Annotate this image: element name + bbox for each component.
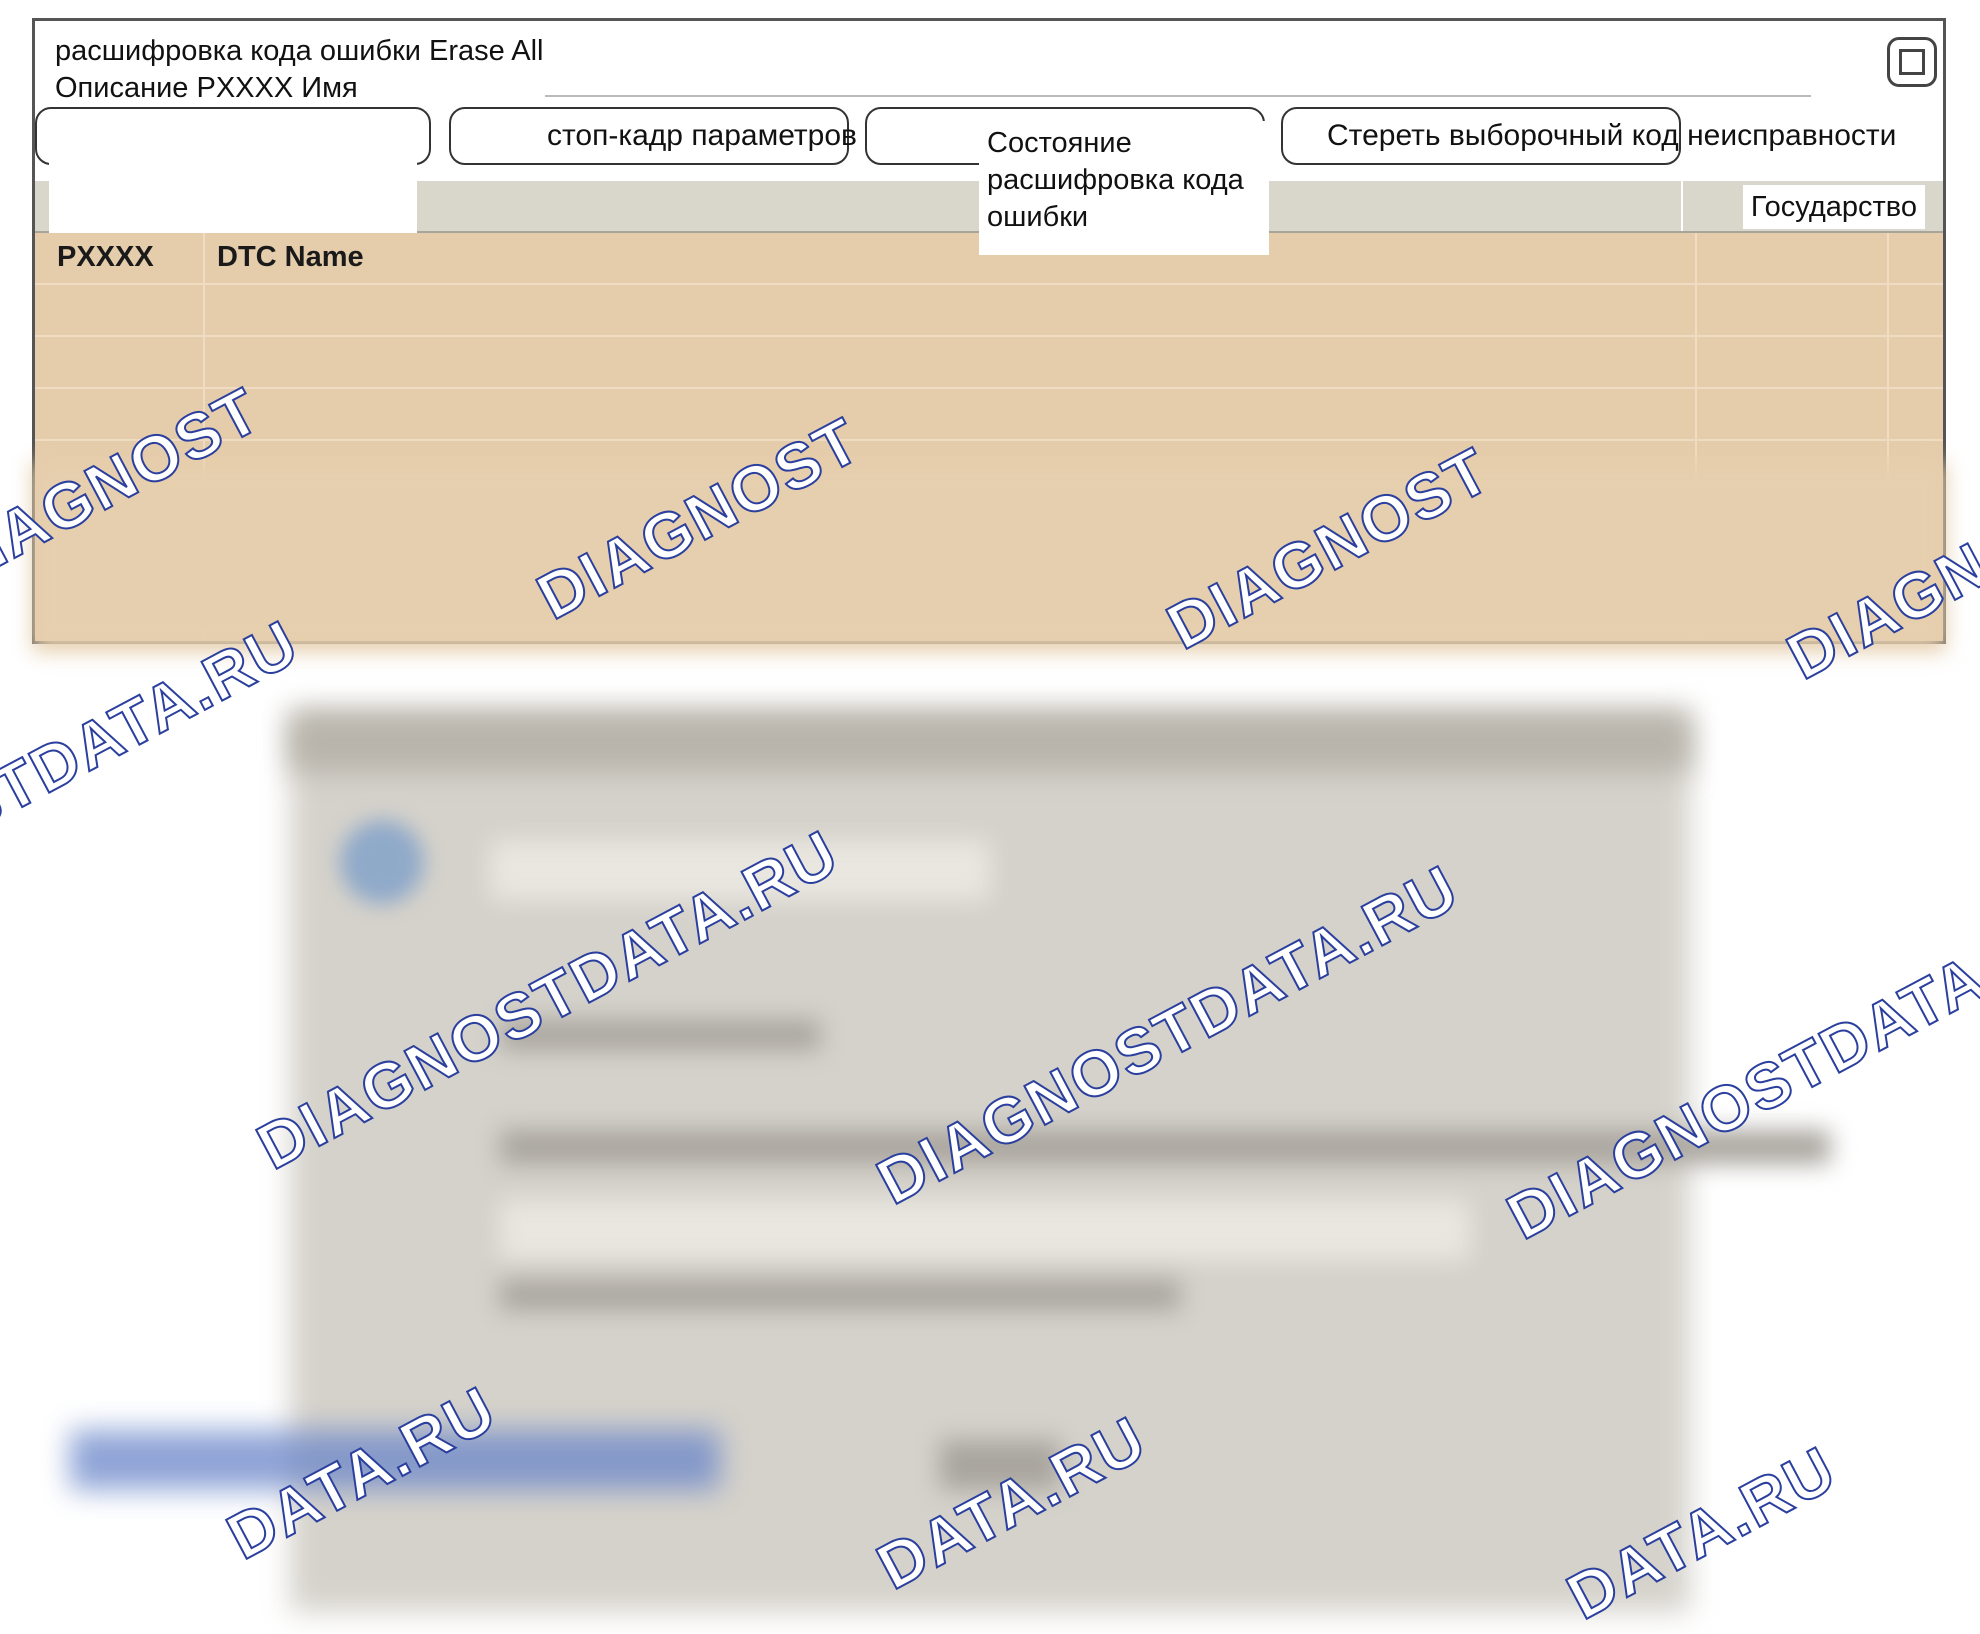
tab-freeze-frame[interactable]: стоп-кадр параметров [449, 107, 857, 165]
blurred-dialog-titlebar [290, 712, 1690, 772]
blurred-info-icon [340, 820, 424, 904]
column-header-dtc-name: DTC Name [217, 241, 364, 273]
col-separator [1681, 181, 1683, 231]
blurred-text [500, 1280, 1180, 1310]
maximize-icon[interactable] [1887, 37, 1937, 87]
redaction-block [49, 113, 417, 237]
tab-erase-selected-label: Стереть выборочный код неисправности [1327, 119, 1897, 152]
table-row [35, 439, 1943, 441]
title-divider [545, 95, 1811, 97]
table-row [35, 335, 1943, 337]
tab-freeze-frame-label: стоп-кадр параметров [547, 119, 857, 152]
tab-erase-selected[interactable]: Стереть выборочный код неисправности [1281, 107, 1896, 165]
table-row [35, 387, 1943, 389]
blurred-input [500, 1200, 1470, 1260]
state-column-header[interactable]: Государство [1742, 185, 1925, 229]
blurred-grid-area [32, 462, 1946, 652]
table-row [35, 283, 1943, 285]
column-header-code: PXXXX [57, 241, 154, 273]
window-title: расшифровка кода ошибки Erase All Описан… [55, 35, 544, 104]
watermark: DIAGNOSTDATA.RU [0, 605, 311, 974]
state-popup: Состояние расшифровка кода ошибки [979, 121, 1269, 255]
maximize-square-icon [1899, 49, 1925, 75]
